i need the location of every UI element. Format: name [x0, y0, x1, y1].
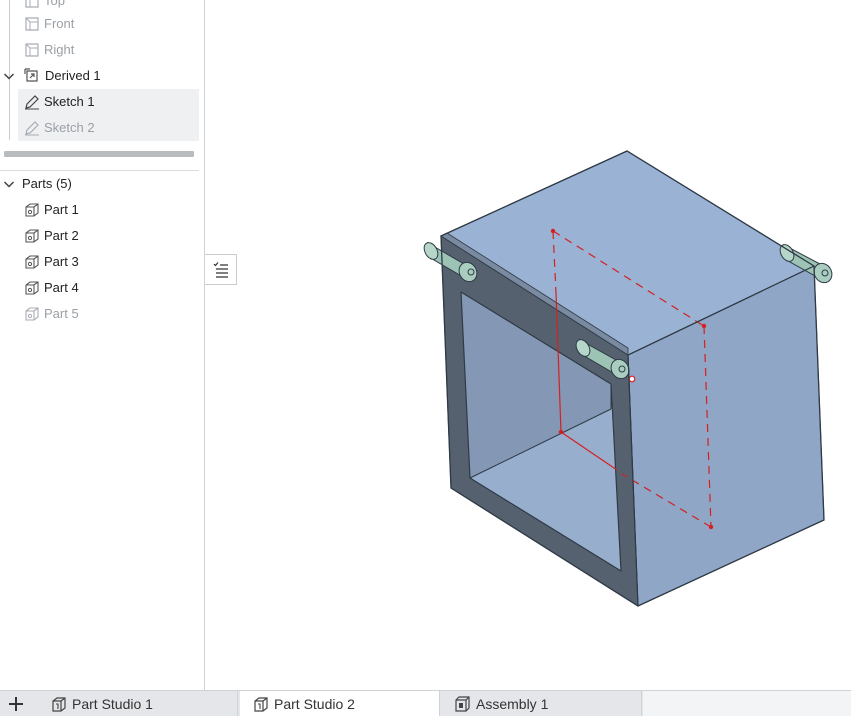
- sketch-pencil-icon: [25, 95, 39, 110]
- part-icon: [25, 229, 39, 243]
- sketch-point[interactable]: [701, 323, 707, 329]
- sketch-origin-point[interactable]: [628, 375, 636, 383]
- add-tab-button[interactable]: [0, 691, 32, 716]
- part-studio-icon: [254, 697, 268, 712]
- part-icon: [25, 255, 39, 269]
- part-label: Part 5: [44, 306, 79, 321]
- sketch-point[interactable]: [558, 429, 564, 435]
- tree-item-right-plane[interactable]: Right: [0, 37, 204, 63]
- chevron-down-icon[interactable]: [3, 70, 15, 82]
- parts-list-header[interactable]: Parts (5): [0, 171, 204, 197]
- chevron-down-icon[interactable]: [3, 178, 15, 190]
- part-icon: [25, 203, 39, 217]
- part-item[interactable]: Part 4: [0, 275, 204, 301]
- tab-part-studio-2[interactable]: Part Studio 2: [240, 691, 440, 716]
- plane-icon: [25, 43, 39, 57]
- tree-item-label: Front: [44, 16, 75, 31]
- part-item[interactable]: Part 2: [0, 223, 204, 249]
- plane-icon: [25, 17, 39, 31]
- tree-item-label: Sketch 1: [44, 94, 95, 109]
- part-label: Part 4: [44, 280, 79, 295]
- graphics-viewport[interactable]: [206, 0, 851, 690]
- derived-icon: [24, 68, 38, 82]
- plus-icon: [9, 697, 23, 711]
- sketch-pencil-icon: [25, 121, 39, 136]
- tree-item-label: Sketch 2: [44, 120, 95, 135]
- part-studio-icon: [52, 697, 66, 712]
- tab-label: Part Studio 2: [274, 696, 355, 712]
- model-view[interactable]: [206, 0, 851, 690]
- panel-resize-handle[interactable]: [4, 151, 194, 157]
- tree-item-sketch-2[interactable]: Sketch 2: [18, 115, 199, 141]
- part-item[interactable]: Part 5: [0, 301, 204, 327]
- part-item[interactable]: Part 3: [0, 249, 204, 275]
- tree-item-sketch-1[interactable]: Sketch 1: [18, 89, 199, 115]
- tree-item-label: Top: [44, 0, 65, 8]
- tab-assembly-1[interactable]: Assembly 1: [442, 691, 642, 716]
- tab-part-studio-1[interactable]: Part Studio 1: [38, 691, 238, 716]
- document-tab-bar: Part Studio 1 Part Studio 2 Assembly 1: [0, 690, 851, 716]
- tab-bar-empty-area: [643, 691, 851, 716]
- part-icon: [25, 281, 39, 295]
- tab-label: Part Studio 1: [72, 696, 153, 712]
- tree-item-label: Derived 1: [45, 68, 101, 83]
- assembly-icon: [455, 696, 470, 712]
- sketch-point[interactable]: [550, 228, 556, 234]
- part-icon: [25, 307, 39, 321]
- tab-label: Assembly 1: [476, 696, 549, 712]
- parts-list-title: Parts (5): [22, 176, 72, 191]
- part-label: Part 2: [44, 228, 79, 243]
- tree-item-front-plane[interactable]: Front: [0, 11, 204, 37]
- part-item[interactable]: Part 1: [0, 197, 204, 223]
- tree-item-label: Right: [44, 42, 75, 57]
- part-label: Part 3: [44, 254, 79, 269]
- feature-tree-panel: Top Front Right Derived 1 Sketch 1 Sketc…: [0, 0, 205, 690]
- part-label: Part 1: [44, 202, 79, 217]
- sketch-point[interactable]: [708, 524, 714, 530]
- plane-icon: [25, 0, 39, 8]
- tree-item-derived-1[interactable]: Derived 1: [0, 63, 204, 89]
